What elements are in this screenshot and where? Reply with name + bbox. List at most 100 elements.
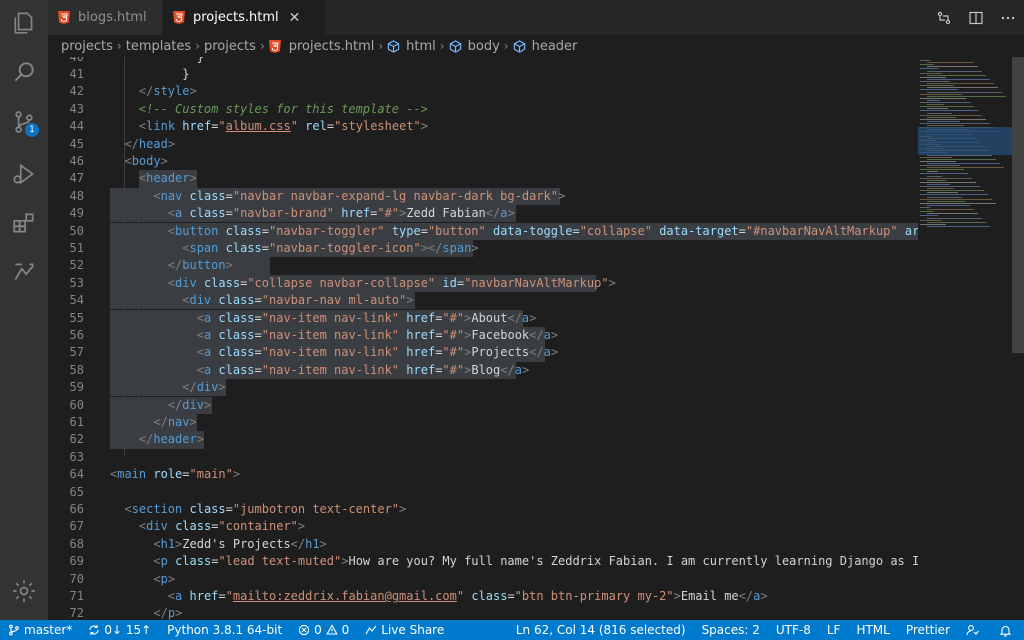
formatter-status[interactable]: Prettier [898, 620, 958, 640]
cursor-position[interactable]: Ln 62, Col 14 (816 selected) [508, 620, 694, 640]
breadcrumb-item[interactable]: projects [204, 39, 256, 54]
sync-status[interactable]: 0↓ 15↑ [80, 620, 159, 640]
minimap-line [920, 85, 954, 87]
minimap-line [920, 177, 972, 179]
code-line[interactable]: 41 } [48, 66, 918, 83]
breadcrumb-symbol[interactable]: header [513, 38, 578, 54]
indentation[interactable]: Spaces: 2 [694, 620, 768, 640]
code-line[interactable]: 49 <a class="navbar-brand" href="#">Zedd… [48, 205, 918, 223]
code-line[interactable]: 59 </div> [48, 379, 918, 397]
extensions-icon[interactable] [10, 209, 38, 237]
branch-status[interactable]: master* [0, 620, 80, 640]
search-icon[interactable] [10, 58, 38, 86]
code-line[interactable]: 51 <span class="navbar-toggler-icon"></s… [48, 239, 918, 258]
code-line[interactable]: 43 <!-- Custom styles for this template … [48, 101, 918, 118]
code-editor[interactable]: 40 }41 }42 </style>43 <!-- Custom styles… [48, 57, 918, 620]
minimap-line [920, 93, 962, 95]
problems-status[interactable]: 0 0 [290, 620, 357, 640]
live-share-icon[interactable] [10, 259, 38, 287]
close-icon[interactable]: ✕ [289, 10, 301, 26]
code-line[interactable]: 48 <nav class="navbar navbar-expand-lg n… [48, 187, 918, 206]
code-line[interactable]: 52 </button> [48, 257, 918, 275]
code-line[interactable]: 47 <header> [48, 170, 918, 188]
explorer-icon[interactable] [10, 9, 38, 37]
line-number: 56 [69, 327, 84, 342]
minimap-line [927, 213, 978, 215]
code-text: <h1>Zedd's Projects</h1> [153, 536, 327, 551]
code-text: <div class="container"> [138, 519, 306, 534]
more-actions-icon[interactable] [992, 0, 1024, 35]
code-line[interactable]: 70 <p> [48, 571, 918, 588]
code-line[interactable]: 66 <section class="jumbotron text-center… [48, 501, 918, 518]
live-share-status[interactable]: Live Share [357, 620, 452, 640]
code-line[interactable]: 67 <div class="container"> [48, 518, 918, 535]
code-line[interactable]: 40 } [48, 57, 918, 66]
minimap-line [927, 196, 962, 198]
code-text: </head> [124, 136, 176, 151]
language-mode[interactable]: HTML [848, 620, 897, 640]
split-editor-icon[interactable] [960, 0, 992, 35]
open-changes-icon[interactable] [928, 0, 960, 35]
breadcrumb-symbol[interactable]: html [387, 39, 436, 54]
code-line[interactable]: 45 </head> [48, 136, 918, 153]
code-line[interactable]: 61 </nav> [48, 413, 918, 432]
minimap-line [920, 114, 982, 116]
scrollbar-thumb[interactable] [1012, 57, 1024, 353]
settings-gear-icon[interactable] [10, 577, 38, 605]
minimap-line [927, 192, 958, 194]
code-line[interactable]: 71 <a href="mailto:zeddrix.fabian@gmail.… [48, 588, 918, 605]
code-line[interactable]: 72 </p> [48, 605, 918, 620]
code-text: <button class="navbar-toggler" type="but… [167, 223, 918, 238]
code-line[interactable]: 64 <main role="main"> [48, 466, 918, 483]
scm-badge: 1 [25, 123, 39, 137]
line-number: 61 [69, 414, 84, 429]
code-text: <a class="nav-item nav-link" href="#">Pr… [196, 345, 559, 360]
code-line[interactable]: 53 <div class="collapse navbar-collapse"… [48, 274, 918, 293]
code-line[interactable]: 54 <div class="navbar-nav ml-auto"> [48, 292, 918, 310]
minimap-line [927, 200, 966, 202]
vertical-scrollbar[interactable] [1012, 57, 1024, 620]
code-line[interactable]: 57 <a class="nav-item nav-link" href="#"… [48, 344, 918, 362]
minimap-line [927, 171, 938, 173]
tab-blogs[interactable]: blogs.html [48, 0, 162, 35]
warning-count: 0 [341, 623, 350, 637]
breadcrumb-symbol-label: body [467, 38, 500, 54]
code-line[interactable]: 50 <button class="navbar-toggler" type="… [48, 222, 918, 240]
minimap-line [927, 162, 1000, 164]
code-line[interactable]: 69 <p class="lead text-muted">How are yo… [48, 553, 918, 570]
breadcrumb: projects › templates › projects › projec… [48, 35, 1024, 57]
code-text: <p class="lead text-muted">How are you? … [153, 554, 918, 569]
code-line[interactable]: 63 [48, 449, 918, 466]
line-number: 46 [69, 153, 84, 168]
run-debug-icon[interactable] [10, 160, 38, 188]
breadcrumb-symbol[interactable]: body [449, 39, 500, 54]
breadcrumb-file[interactable]: projects.html [268, 39, 374, 54]
breadcrumb-symbol-label: header [531, 38, 578, 54]
tab-projects[interactable]: projects.html ✕ [163, 0, 325, 35]
code-line[interactable]: 60 </div> [48, 396, 918, 414]
end-of-line[interactable]: LF [819, 620, 849, 640]
python-interpreter[interactable]: Python 3.8.1 64-bit [159, 620, 290, 640]
minimap[interactable] [918, 57, 1012, 620]
code-line[interactable]: 46 <body> [48, 153, 918, 170]
code-line[interactable]: 56 <a class="nav-item nav-link" href="#"… [48, 326, 918, 345]
chevron-right-icon: › [195, 39, 200, 53]
line-number: 55 [69, 310, 84, 325]
code-text: <a class="nav-item nav-link" href="#">Bl… [196, 362, 530, 377]
breadcrumb-symbol-label: html [406, 38, 436, 54]
breadcrumb-item[interactable]: projects [61, 39, 113, 54]
notifications-bell-icon[interactable] [991, 620, 1024, 640]
breadcrumb-item[interactable]: templates [126, 39, 191, 54]
encoding[interactable]: UTF-8 [768, 620, 819, 640]
minimap-line [927, 108, 948, 110]
code-line[interactable]: 65 [48, 484, 918, 501]
code-line[interactable]: 68 <h1>Zedd's Projects</h1> [48, 536, 918, 553]
line-number: 43 [69, 101, 84, 116]
code-line[interactable]: 55 <a class="nav-item nav-link" href="#"… [48, 309, 918, 327]
code-line[interactable]: 42 </style> [48, 83, 918, 100]
line-number: 63 [69, 449, 84, 464]
code-line[interactable]: 58 <a class="nav-item nav-link" href="#"… [48, 361, 918, 380]
code-line[interactable]: 44 <link href="album.css" rel="styleshee… [48, 118, 918, 135]
code-line[interactable]: 62 </header> [48, 431, 918, 449]
feedback-icon[interactable] [958, 620, 991, 640]
